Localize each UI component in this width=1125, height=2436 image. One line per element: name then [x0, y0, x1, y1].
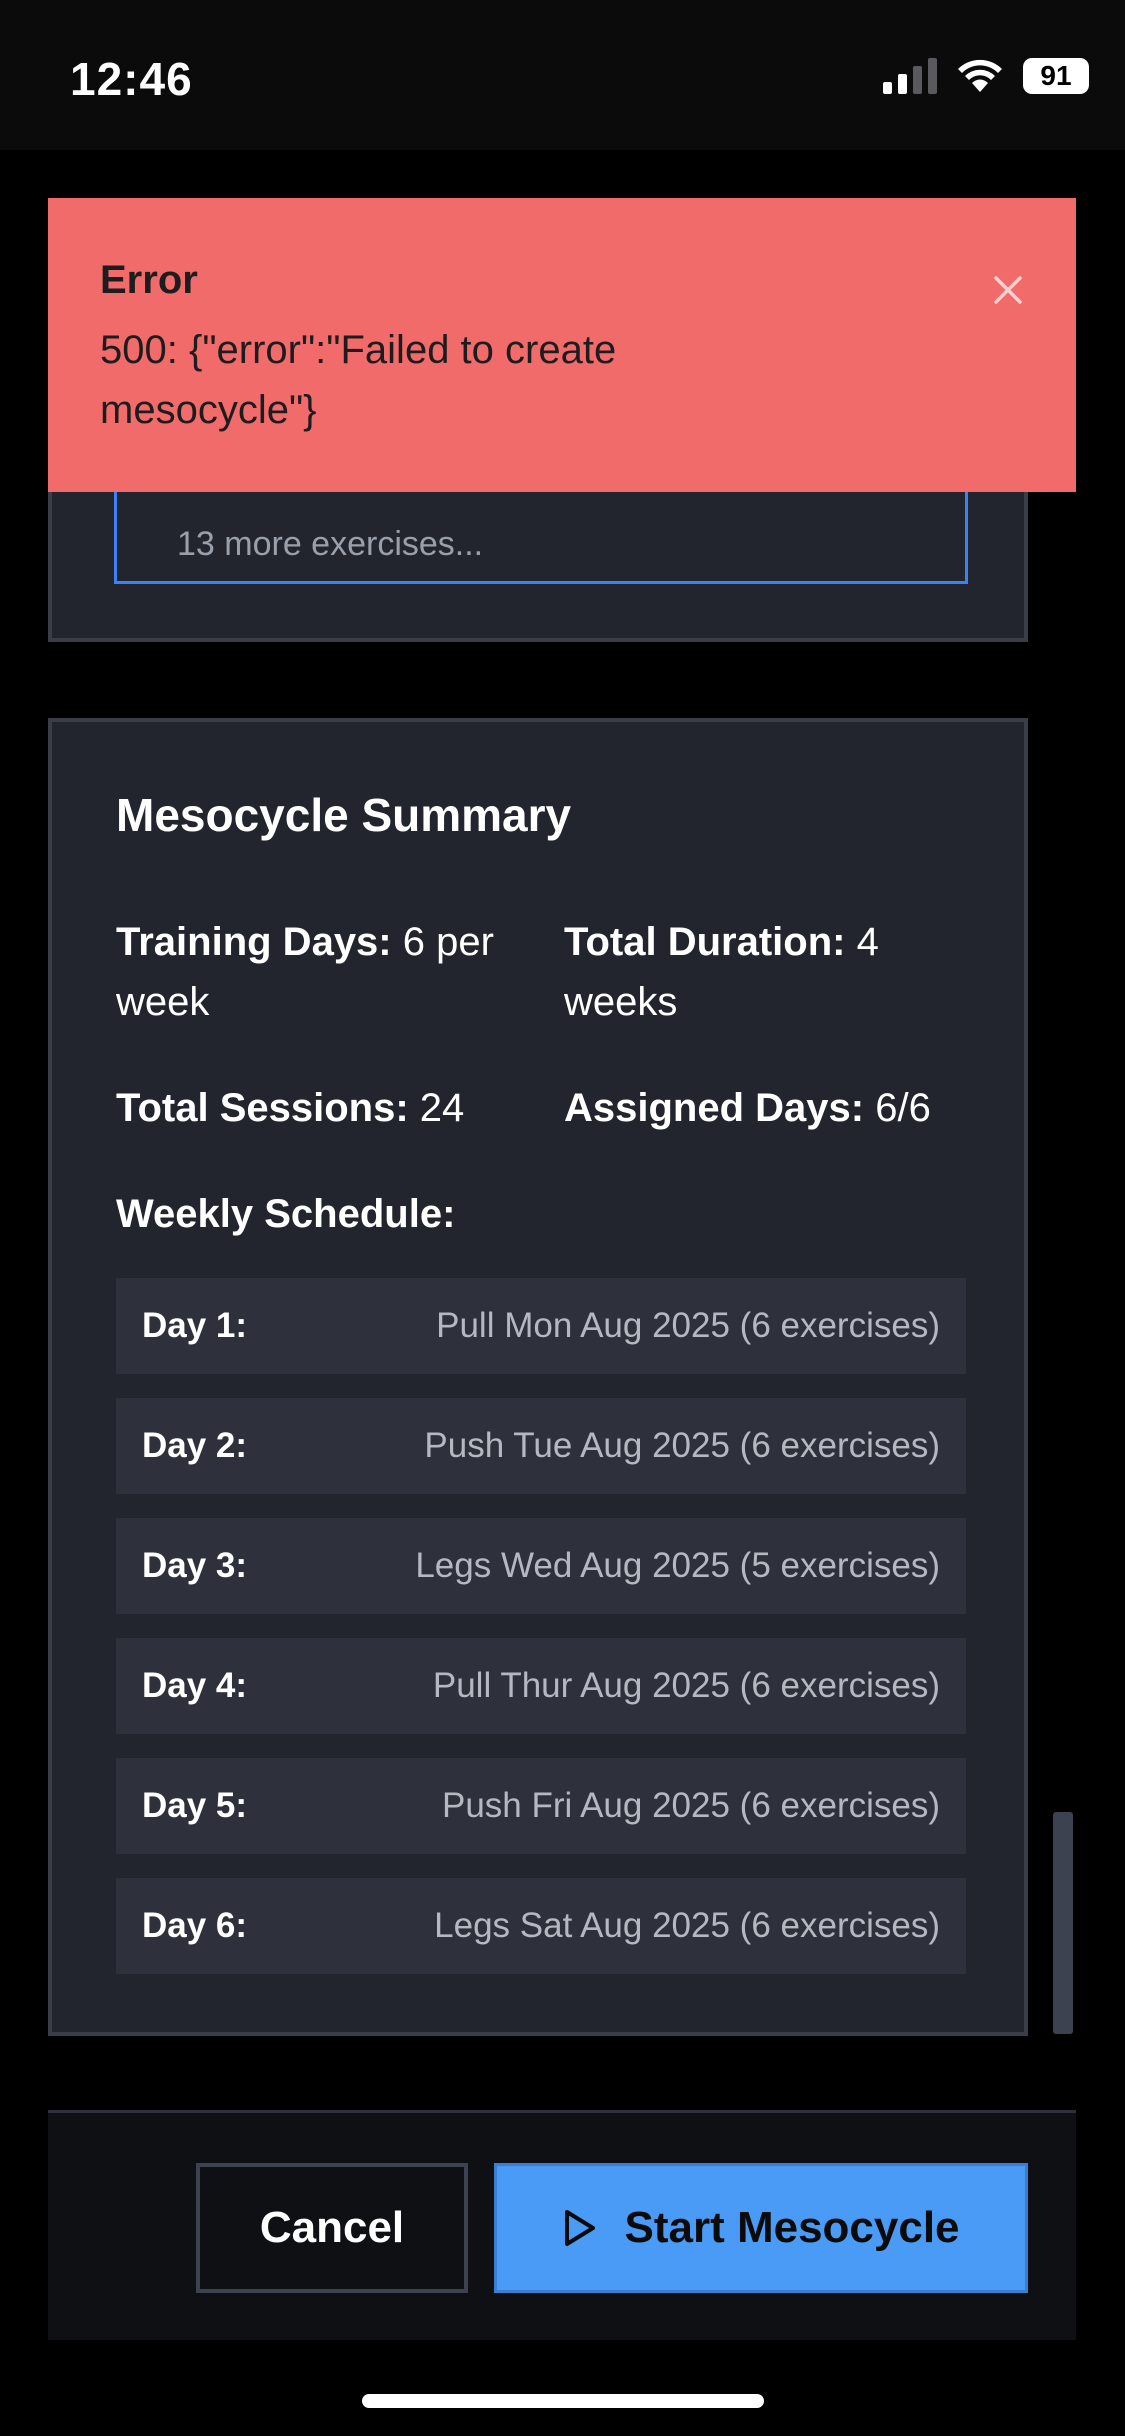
schedule-row: Day 6: Legs Sat Aug 2025 (6 exercises) [116, 1878, 966, 1974]
schedule-day: Day 5: [142, 1786, 248, 1825]
schedule-day: Day 1: [142, 1306, 248, 1345]
dialog-footer: Cancel Start Mesocycle [48, 2110, 1076, 2340]
schedule-row: Day 1: Pull Mon Aug 2025 (6 exercises) [116, 1278, 966, 1374]
schedule-desc: Push Tue Aug 2025 (6 exercises) [424, 1426, 940, 1465]
assigned-days-stat: Assigned Days: 6/6 [564, 1078, 984, 1138]
schedule-day: Day 3: [142, 1546, 248, 1585]
start-mesocycle-button[interactable]: Start Mesocycle [494, 2163, 1028, 2293]
more-exercises-text[interactable]: 13 more exercises... [177, 525, 483, 564]
status-time: 12:46 [70, 53, 193, 105]
home-indicator[interactable] [362, 2394, 764, 2408]
weekly-schedule-list: Day 1: Pull Mon Aug 2025 (6 exercises) D… [116, 1278, 966, 1974]
total-duration-stat: Total Duration: 4 weeks [564, 912, 964, 1032]
schedule-desc: Pull Thur Aug 2025 (6 exercises) [432, 1666, 940, 1705]
schedule-desc: Legs Sat Aug 2025 (6 exercises) [434, 1906, 940, 1945]
schedule-desc: Pull Mon Aug 2025 (6 exercises) [436, 1306, 940, 1345]
start-mesocycle-label: Start Mesocycle [624, 2203, 960, 2252]
schedule-row: Day 5: Push Fri Aug 2025 (6 exercises) [116, 1758, 966, 1854]
cellular-signal-icon [883, 58, 937, 94]
schedule-row: Day 3: Legs Wed Aug 2025 (5 exercises) [116, 1518, 966, 1614]
training-days-label: Training Days: [116, 920, 392, 964]
error-toast: Error 500: {"error":"Failed to create me… [48, 198, 1076, 492]
app-screen: 12:46 91 13 more exercises... Error 500:… [0, 0, 1125, 2436]
schedule-desc: Legs Wed Aug 2025 (5 exercises) [415, 1546, 940, 1585]
scrollbar[interactable] [1053, 1812, 1073, 2034]
training-days-stat: Training Days: 6 per week [116, 912, 536, 1032]
assigned-days-label: Assigned Days: [564, 1086, 865, 1130]
total-sessions-label: Total Sessions: [116, 1086, 409, 1130]
error-title: Error [100, 258, 198, 302]
schedule-day: Day 4: [142, 1666, 248, 1705]
schedule-day: Day 2: [142, 1426, 248, 1465]
status-bar: 12:46 91 [0, 0, 1125, 150]
total-duration-label: Total Duration: [564, 920, 846, 964]
close-icon[interactable] [988, 270, 1028, 310]
assigned-days-value: 6/6 [864, 1086, 931, 1130]
battery-icon: 91 [1023, 58, 1089, 94]
schedule-day: Day 6: [142, 1906, 248, 1945]
play-icon [565, 2210, 596, 2246]
wifi-icon [958, 59, 1002, 92]
cancel-button[interactable]: Cancel [196, 2163, 468, 2293]
total-sessions-stat: Total Sessions: 24 [116, 1078, 556, 1138]
status-icons: 91 [883, 58, 1089, 94]
total-sessions-value: 24 [408, 1086, 465, 1130]
weekly-schedule-title: Weekly Schedule: [116, 1192, 456, 1236]
schedule-row: Day 2: Push Tue Aug 2025 (6 exercises) [116, 1398, 966, 1494]
schedule-desc: Push Fri Aug 2025 (6 exercises) [441, 1786, 940, 1825]
mesocycle-summary-card: Mesocycle Summary Training Days: 6 per w… [48, 718, 1028, 2036]
summary-title: Mesocycle Summary [116, 789, 572, 841]
error-message: 500: {"error":"Failed to create mesocycl… [100, 328, 617, 432]
schedule-row: Day 4: Pull Thur Aug 2025 (6 exercises) [116, 1638, 966, 1734]
